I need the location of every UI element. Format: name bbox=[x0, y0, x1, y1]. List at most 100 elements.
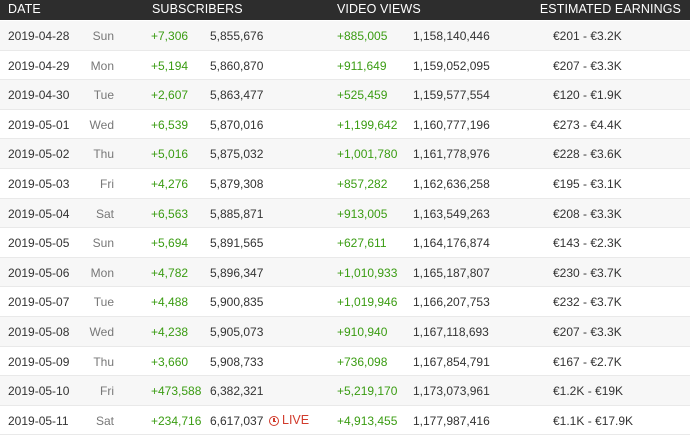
table-row: 2019-04-30 Tue +2,607 5,863,477 +525,459 1,15… bbox=[0, 80, 690, 110]
views-change-cell: +913,005 bbox=[337, 206, 388, 221]
date-cell: 2019-04-30 bbox=[8, 88, 70, 103]
earnings-cell: €201 - €3.2K bbox=[553, 29, 622, 43]
subscribers-change-cell: +5,016 bbox=[151, 147, 189, 162]
earnings-cell: €1.2K - €19K bbox=[553, 384, 624, 399]
views-total-cell: 1,173,073,961 bbox=[413, 384, 490, 399]
views-total-cell: 1,163,549,263 bbox=[413, 206, 490, 221]
weekday-cell: Tue bbox=[93, 295, 114, 310]
weekday-cell: Mon bbox=[90, 265, 114, 280]
subscribers-change-cell: +234,716 bbox=[151, 413, 202, 428]
views-change-cell: +627,611 bbox=[337, 236, 387, 251]
subscribers-total-cell: 5,905,073 bbox=[210, 324, 264, 339]
earnings-cell: €232 - €3.7K bbox=[553, 295, 622, 310]
views-change-cell: +1,001,780 bbox=[337, 147, 398, 162]
date-cell: 2019-05-02 bbox=[8, 147, 70, 162]
earnings-cell: €207 - €3.3K bbox=[553, 324, 622, 339]
column-header-subscribers[interactable]: SUBSCRIBERS bbox=[152, 2, 243, 16]
views-total-cell: 1,167,118,693 bbox=[413, 324, 489, 339]
subscribers-total-cell: 5,891,565 bbox=[210, 236, 264, 251]
earnings-cell: €1.1K - €17.9K bbox=[553, 413, 634, 428]
subscribers-total-cell: 5,855,676 bbox=[210, 29, 264, 43]
weekday-cell: Wed bbox=[89, 117, 114, 132]
subscribers-total-cell: 5,900,835 bbox=[210, 295, 264, 310]
subscribers-change-cell: +3,660 bbox=[151, 354, 189, 369]
table-row: 2019-05-03 Fri +4,276 5,879,308 +857,282 1,16… bbox=[0, 169, 690, 199]
earnings-cell: €208 - €3.3K bbox=[553, 206, 622, 221]
live-label: LIVE bbox=[282, 412, 310, 427]
earnings-cell: €120 - €1.9K bbox=[553, 88, 622, 103]
views-change-cell: +857,282 bbox=[337, 176, 388, 191]
views-total-cell: 1,162,636,258 bbox=[413, 176, 490, 191]
views-change-cell: +1,019,946 bbox=[337, 295, 398, 310]
weekday-cell: Thu bbox=[93, 147, 114, 162]
subscribers-change-cell: +2,607 bbox=[151, 88, 189, 103]
subscribers-total-cell: 5,875,032 bbox=[210, 147, 264, 162]
table-row: 2019-05-06 Mon +4,782 5,896,347 +1,010,933 1,… bbox=[0, 257, 690, 288]
subscribers-change-cell: +7,306 bbox=[151, 29, 189, 43]
subscribers-total-cell: 6,617,037 bbox=[210, 413, 264, 428]
table-row: 2019-04-29 Mon +5,194 5,860,870 +911,649 1,15… bbox=[0, 51, 690, 81]
views-total-cell: 1,158,140,446 bbox=[413, 29, 490, 43]
earnings-cell: €230 - €3.7K bbox=[553, 265, 622, 280]
table-row: 2019-05-09 Thu +3,660 5,908,733 +736,098 1,16… bbox=[0, 347, 690, 377]
date-cell: 2019-05-06 bbox=[8, 265, 70, 280]
weekday-cell: Sun bbox=[92, 236, 114, 251]
table-row: 2019-05-04 Sat +6,563 5,885,871 +913,005 1,16… bbox=[0, 198, 690, 229]
table-row: 2019-05-05 Sun +5,694 5,891,565 +627,611 1,16… bbox=[0, 228, 690, 258]
table-row: 2019-05-10 Fri +473,588 6,382,321 +5,219,170… bbox=[0, 376, 690, 406]
date-cell: 2019-05-04 bbox=[8, 206, 70, 221]
table-header: DATE SUBSCRIBERS VIDEO VIEWS ESTIMATED E… bbox=[0, 0, 690, 20]
subscribers-change-cell: +4,276 bbox=[151, 176, 189, 191]
weekday-cell: Sat bbox=[95, 413, 114, 428]
views-total-cell: 1,164,176,874 bbox=[413, 236, 490, 251]
clock-icon bbox=[269, 415, 279, 426]
subscribers-total-cell: 6,382,321 bbox=[210, 384, 264, 399]
weekday-cell: Thu bbox=[93, 354, 114, 369]
subscribers-total-cell: 5,860,870 bbox=[210, 58, 264, 73]
subscribers-change-cell: +4,238 bbox=[151, 324, 189, 339]
views-total-cell: 1,159,577,554 bbox=[413, 88, 490, 103]
weekday-cell: Sat bbox=[95, 206, 114, 221]
views-total-cell: 1,167,854,791 bbox=[413, 354, 490, 369]
date-cell: 2019-04-28 bbox=[8, 29, 70, 43]
subscribers-total-cell: 5,863,477 bbox=[210, 88, 264, 103]
table-row: 2019-04-28 Sun +7,306 5,855,676 +885,005 1,15… bbox=[0, 21, 690, 51]
views-change-cell: +736,098 bbox=[337, 354, 388, 369]
earnings-cell: €273 - €4.4K bbox=[553, 117, 622, 132]
earnings-cell: €167 - €2.7K bbox=[553, 354, 622, 369]
views-total-cell: 1,166,207,753 bbox=[413, 295, 490, 310]
date-cell: 2019-04-29 bbox=[8, 58, 70, 73]
earnings-cell: €228 - €3.6K bbox=[553, 147, 622, 162]
date-cell: 2019-05-07 bbox=[8, 295, 70, 310]
weekday-cell: Tue bbox=[93, 88, 114, 103]
table-row: 2019-05-07 Tue +4,488 5,900,835 +1,019,946 1,… bbox=[0, 287, 690, 317]
subscribers-total-cell: 5,879,308 bbox=[210, 176, 264, 191]
views-change-cell: +1,010,933 bbox=[337, 265, 398, 280]
views-change-cell: +1,199,642 bbox=[337, 117, 398, 132]
views-change-cell: +4,913,455 bbox=[337, 413, 398, 428]
subscribers-total-cell: 5,908,733 bbox=[210, 354, 264, 369]
live-indicator: LIVE bbox=[269, 413, 309, 427]
subscribers-total-cell: 5,896,347 bbox=[210, 265, 264, 280]
views-total-cell: 1,165,187,807 bbox=[413, 265, 490, 280]
earnings-cell: €207 - €3.3K bbox=[553, 58, 622, 73]
views-change-cell: +911,649 bbox=[337, 58, 387, 73]
column-header-video-views[interactable]: VIDEO VIEWS bbox=[337, 2, 421, 16]
views-total-cell: 1,159,052,095 bbox=[413, 58, 490, 73]
earnings-cell: €195 - €3.1K bbox=[553, 176, 622, 191]
subscribers-change-cell: +5,694 bbox=[151, 236, 189, 251]
date-cell: 2019-05-03 bbox=[8, 176, 70, 191]
table-row: 2019-05-02 Thu +5,016 5,875,032 +1,001,780 1,… bbox=[0, 139, 690, 169]
earnings-cell: €143 - €2.3K bbox=[553, 236, 622, 251]
table-body: 2019-04-28 Sun +7,306 5,855,676 +885,005 1,15… bbox=[0, 21, 690, 436]
subscribers-change-cell: +4,782 bbox=[151, 265, 189, 280]
column-header-estimated-earnings[interactable]: ESTIMATED EARNINGS bbox=[540, 2, 681, 16]
views-total-cell: 1,161,778,976 bbox=[413, 147, 490, 162]
weekday-cell: Wed bbox=[89, 324, 114, 339]
weekday-cell: Mon bbox=[90, 58, 114, 73]
table-row: 2019-05-11 Sat +234,716 6,617,037 +4,913,455… bbox=[0, 406, 690, 436]
subscribers-total-cell: 5,870,016 bbox=[210, 117, 264, 132]
subscribers-change-cell: +4,488 bbox=[151, 295, 189, 310]
subscribers-change-cell: +6,539 bbox=[151, 117, 189, 132]
column-header-date[interactable]: DATE bbox=[8, 2, 41, 16]
